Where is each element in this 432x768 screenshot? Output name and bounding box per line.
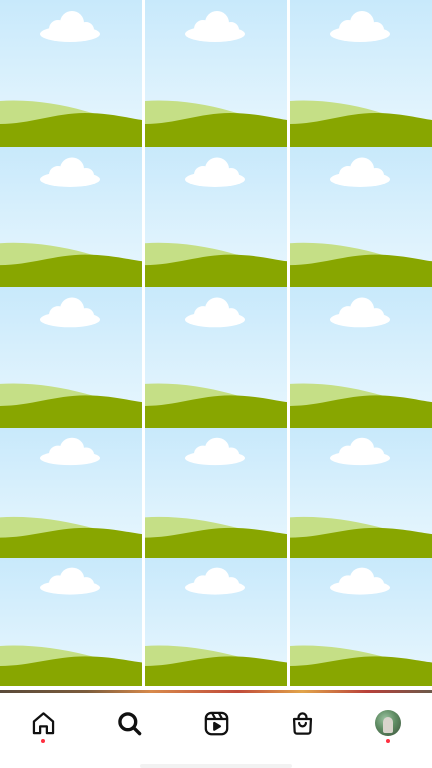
explore-tile[interactable] (290, 287, 432, 428)
explore-grid (0, 0, 432, 690)
landscape-placeholder-icon (145, 11, 287, 147)
explore-tile[interactable] (0, 428, 142, 558)
landscape-placeholder-icon (145, 437, 287, 558)
explore-tile[interactable] (145, 287, 287, 428)
landscape-placeholder-icon (290, 157, 432, 287)
search-icon (117, 711, 141, 735)
landscape-placeholder-icon (290, 297, 432, 428)
nav-shop-button[interactable] (282, 703, 322, 743)
nav-search-button[interactable] (109, 703, 149, 743)
landscape-placeholder-icon (145, 157, 287, 287)
explore-tile[interactable] (145, 428, 287, 558)
explore-tile[interactable] (290, 0, 432, 147)
landscape-placeholder-icon (290, 11, 432, 147)
landscape-placeholder-icon (0, 437, 142, 558)
home-indicator (140, 764, 292, 768)
explore-tile[interactable] (0, 287, 142, 428)
explore-tile[interactable] (0, 147, 142, 287)
explore-tile[interactable] (145, 0, 287, 147)
nav-home-button[interactable] (23, 703, 63, 743)
explore-tile[interactable] (290, 147, 432, 287)
nav-profile-button[interactable] (368, 703, 408, 743)
explore-tile[interactable] (0, 558, 142, 686)
explore-tile[interactable] (145, 558, 287, 686)
landscape-placeholder-icon (0, 11, 142, 147)
explore-tile[interactable] (290, 558, 432, 686)
explore-tile[interactable] (290, 428, 432, 558)
explore-tile[interactable] (145, 147, 287, 287)
explore-tile[interactable] (0, 0, 142, 147)
profile-avatar (375, 710, 401, 736)
reels-icon (204, 711, 228, 735)
home-notification-dot (41, 739, 45, 743)
profile-notification-dot (386, 739, 390, 743)
landscape-placeholder-icon (0, 297, 142, 428)
nav-reels-button[interactable] (196, 703, 236, 743)
landscape-placeholder-icon (0, 157, 142, 287)
landscape-placeholder-icon (290, 567, 432, 686)
landscape-placeholder-icon (290, 437, 432, 558)
shop-icon (292, 711, 312, 735)
landscape-placeholder-icon (145, 567, 287, 686)
bottom-nav-bar (0, 693, 432, 768)
landscape-placeholder-icon (0, 567, 142, 686)
landscape-placeholder-icon (145, 297, 287, 428)
home-icon (32, 711, 54, 734)
